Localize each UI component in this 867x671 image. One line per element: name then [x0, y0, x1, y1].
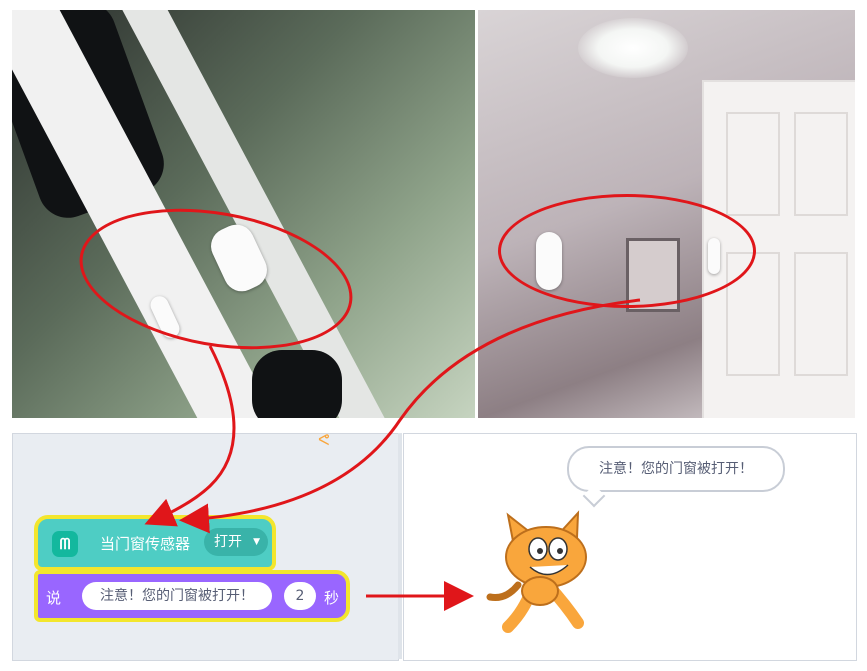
annotation-arrows: [144, 298, 641, 611]
arrow-left-photo-to-block: [144, 345, 236, 527]
arrow-right-photo-to-block: [179, 298, 641, 534]
